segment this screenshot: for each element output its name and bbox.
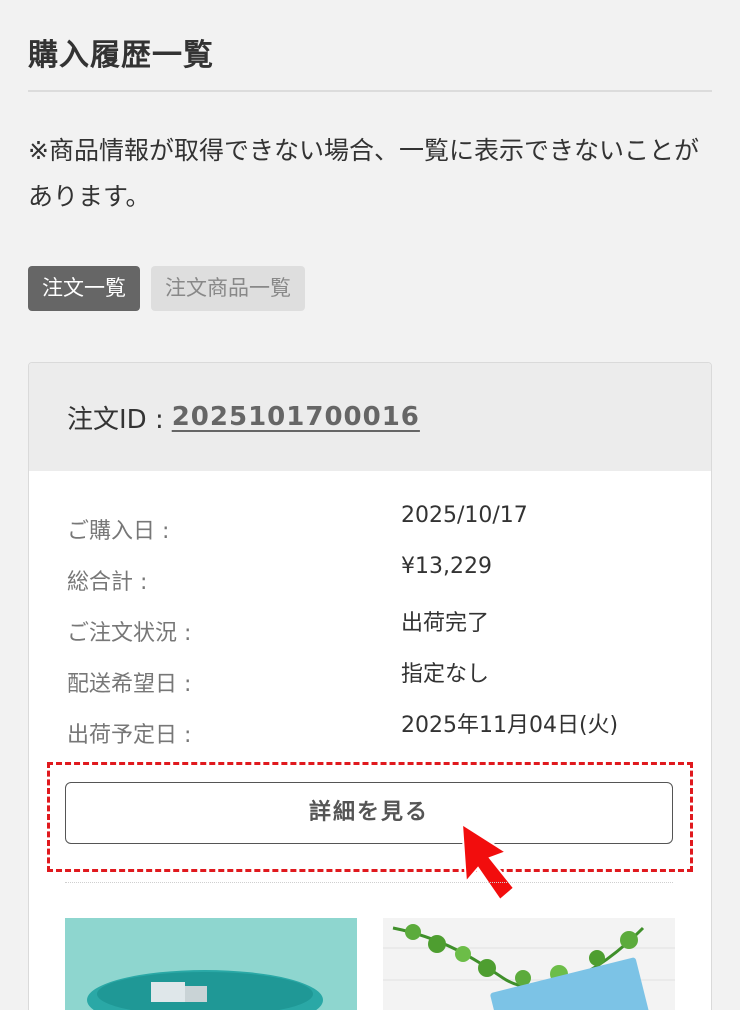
product-thumbnail-2[interactable] bbox=[383, 918, 675, 1010]
product-thumbnail-1[interactable]: ​ bbox=[65, 918, 357, 1010]
purchase-date-label: ご購入日 : bbox=[67, 519, 170, 544]
total-label: 総合計 : bbox=[67, 570, 148, 595]
order-info-row: ご購入日 : 2025/10/17 bbox=[67, 503, 687, 554]
order-card-header: 注文ID : 2025101700016 bbox=[29, 363, 711, 471]
product-image-box: ​ bbox=[65, 918, 357, 1010]
order-info-row: 出荷予定日 : 2025年11月04日(火) bbox=[67, 707, 687, 758]
order-status-label: ご注文状況 : bbox=[67, 621, 192, 646]
order-id-link[interactable]: 2025101700016 bbox=[172, 402, 420, 432]
page-title: 購入履歴一覧 bbox=[28, 38, 214, 73]
delivery-date-value: 指定なし bbox=[401, 662, 490, 687]
notice-text: ※商品情報が取得できない場合、一覧に表示できないことがあります。 bbox=[28, 136, 699, 211]
purchase-history-page: 購入履歴一覧 ※商品情報が取得できない場合、一覧に表示できないことがあります。 … bbox=[0, 0, 740, 1010]
tab-bar: 注文一覧 注文商品一覧 bbox=[28, 266, 305, 311]
delivery-date-label: 配送希望日 : bbox=[67, 672, 192, 697]
order-info-row: ご注文状況 : 出荷完了 bbox=[67, 605, 687, 656]
section-divider bbox=[65, 882, 673, 883]
product-image-plant bbox=[383, 918, 675, 1010]
red-arrow-icon bbox=[460, 824, 516, 902]
order-id-label: 注文ID : bbox=[67, 404, 164, 435]
order-info-list: ご購入日 : 2025/10/17 総合計 : ¥13,229 ご注文状況 : … bbox=[67, 503, 687, 758]
ship-date-label: 出荷予定日 : bbox=[67, 723, 192, 748]
tab-order-list[interactable]: 注文一覧 bbox=[28, 266, 140, 311]
order-info-row: 総合計 : ¥13,229 bbox=[67, 554, 687, 605]
ship-date-value: 2025年11月04日(火) bbox=[401, 713, 619, 738]
order-status-value: 出荷完了 bbox=[401, 611, 490, 636]
purchase-date-value: 2025/10/17 bbox=[401, 503, 528, 528]
total-value: ¥13,229 bbox=[401, 554, 492, 579]
title-divider bbox=[28, 90, 712, 92]
tab-ordered-items[interactable]: 注文商品一覧 bbox=[151, 266, 305, 311]
order-info-row: 配送希望日 : 指定なし bbox=[67, 656, 687, 707]
view-details-button[interactable]: 詳細を見る bbox=[65, 782, 673, 844]
order-card: 注文ID : 2025101700016 ご購入日 : 2025/10/17 総… bbox=[28, 362, 712, 1010]
